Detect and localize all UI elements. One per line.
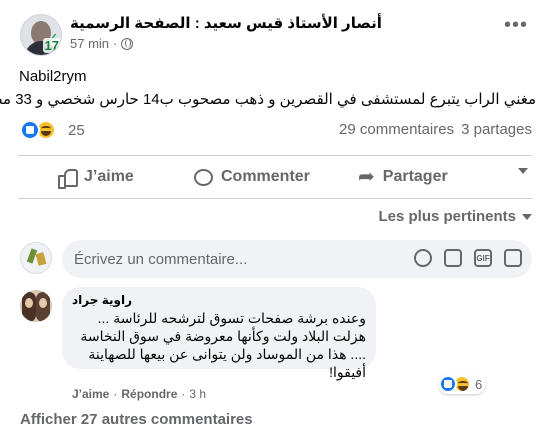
comment-input[interactable]: Écrivez un commentaire... GIF — [62, 240, 532, 278]
sticker-icon[interactable] — [504, 249, 522, 267]
more-options-icon[interactable]: ••• — [504, 15, 528, 35]
comment-action-separator: · — [113, 387, 118, 401]
like-reaction-icon — [20, 120, 40, 140]
comment-action-separator: · — [181, 387, 186, 401]
comment-reply-button[interactable]: Répondre — [121, 387, 177, 401]
page-name[interactable]: أنصار الأستاذ قيس سعيد : الصفحة الرسمية — [70, 14, 382, 32]
reactions-summary[interactable]: 25 — [20, 120, 85, 140]
comment-button[interactable]: Commenter — [194, 168, 310, 186]
shares-count[interactable]: 3 partages — [461, 121, 532, 138]
like-label: J’aime — [84, 168, 134, 185]
commenter-avatar[interactable] — [20, 290, 52, 322]
comment-bubble: راوية جراد وعنده برشة صفحات تسوق لترشحه … — [62, 287, 376, 380]
comment-time[interactable]: 3 h — [189, 387, 206, 401]
divider — [18, 198, 532, 199]
meta-separator: · — [113, 36, 118, 51]
show-more-comments-link[interactable]: Afficher 27 autres commentaires — [20, 411, 253, 428]
post-meta: 57 min · — [70, 36, 134, 51]
gif-icon[interactable]: GIF — [474, 249, 492, 267]
sort-label: Les plus pertinents — [378, 208, 516, 225]
post-stats: 29 commentaires 3 partages — [339, 121, 532, 138]
avatar-badge: 17 — [42, 38, 61, 53]
globe-icon — [121, 37, 134, 50]
comment-actions: J’aime · Répondre · 3 h — [72, 387, 206, 401]
page-avatar[interactable]: ✓ 17 — [20, 14, 62, 56]
divider — [18, 155, 532, 156]
comment-reaction-count: 6 — [475, 376, 483, 392]
comment-author[interactable]: راوية جراد — [72, 293, 132, 307]
like-reaction-icon — [439, 375, 457, 393]
comment-label: Commenter — [221, 168, 310, 185]
chevron-down-icon — [522, 213, 532, 220]
camera-icon[interactable] — [444, 249, 462, 267]
like-icon — [58, 168, 78, 189]
action-bar: J’aime Commenter ➦ Partager — [18, 159, 532, 195]
chevron-down-icon[interactable] — [518, 168, 528, 178]
post-text: مغني الراب يتبرع لمستشفى في القصرين و ذه… — [0, 91, 536, 108]
comments-count[interactable]: 29 commentaires — [339, 121, 454, 138]
user-avatar[interactable] — [20, 242, 52, 274]
sort-comments-dropdown[interactable]: Les plus pertinents — [378, 208, 532, 225]
reaction-count: 25 — [68, 121, 85, 139]
comment-reactions[interactable]: 6 — [438, 374, 487, 394]
share-label: Partager — [382, 168, 448, 185]
like-button[interactable]: J’aime — [58, 168, 134, 189]
comment-icon — [194, 168, 213, 186]
share-icon: ➦ — [358, 166, 375, 188]
comment-text: وعنده برشة صفحات تسوق لترشحه للرئاسة ...… — [80, 310, 366, 380]
post-timestamp[interactable]: 57 min — [70, 36, 109, 51]
comment-like-button[interactable]: J’aime — [72, 387, 109, 401]
post-author-line: Nabil2rym — [19, 68, 87, 85]
share-button[interactable]: ➦ Partager — [358, 166, 448, 188]
emoji-icon[interactable] — [414, 249, 432, 267]
facebook-post: ✓ 17 أنصار الأستاذ قيس سعيد : الصفحة الر… — [0, 0, 550, 440]
composer-icons: GIF — [414, 249, 522, 267]
comment-placeholder: Écrivez un commentaire... — [74, 250, 248, 268]
